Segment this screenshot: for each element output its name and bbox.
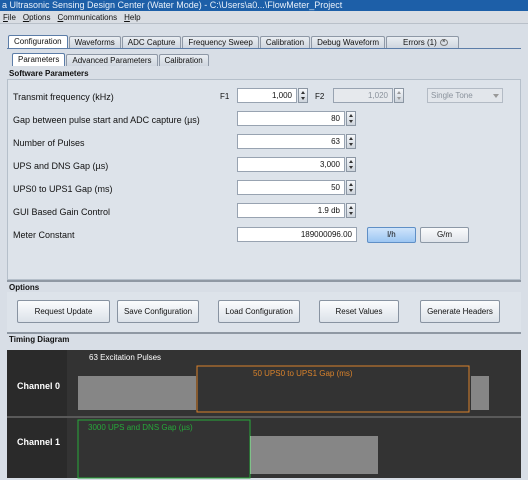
timing-graphics: 63 Excitation Pulses 50 UPS0 to UPS1 Gap…: [7, 350, 521, 479]
excitation-pulses-label: 63 Excitation Pulses: [89, 353, 161, 362]
dns-gap-label: 3000 UPS and DNS Gap (µs): [88, 423, 193, 432]
channel-0-pulse-train-end: [471, 376, 489, 410]
ups-gap-label: 50 UPS0 to UPS1 Gap (ms): [253, 369, 353, 378]
